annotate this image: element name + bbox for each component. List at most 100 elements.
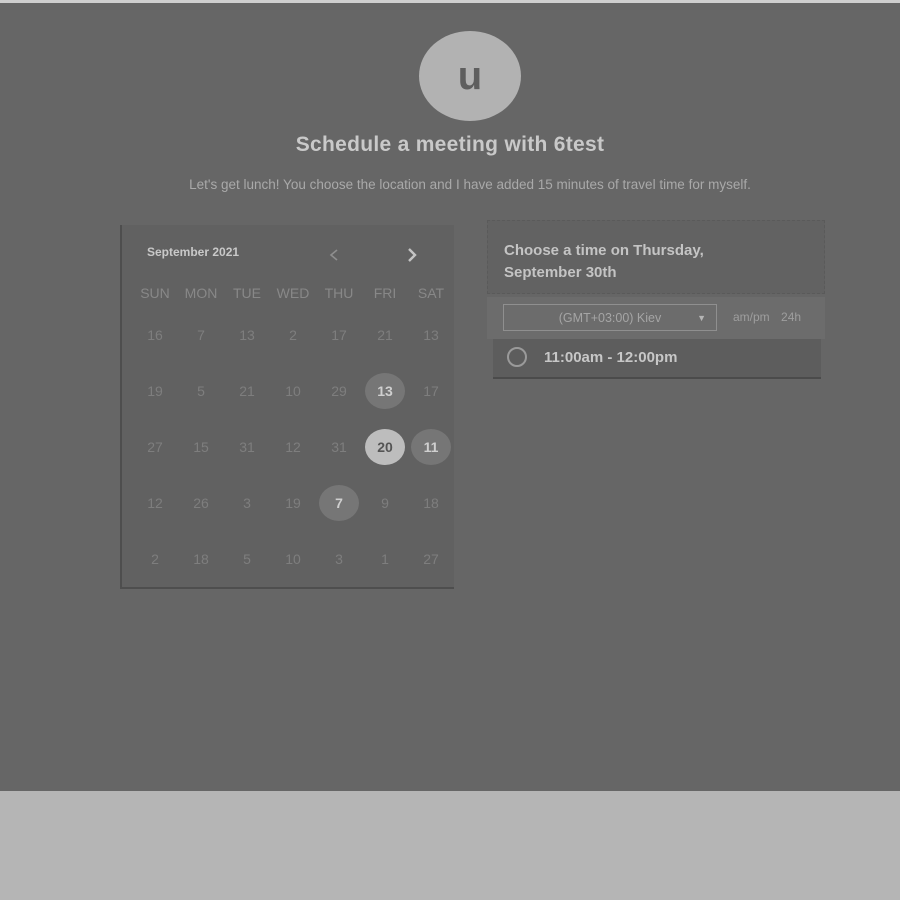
calendar-day-number: 1 [381,551,389,567]
calendar: September 2021 SUN MON TUE WED THU FRI S… [120,225,454,589]
calendar-day-number: 31 [331,439,347,455]
time-panel-header: Choose a time on Thursday, September 30t… [487,220,825,294]
calendar-day-number: 26 [193,495,209,511]
calendar-day: 15 [178,419,224,475]
time-panel-heading: Choose a time on Thursday, September 30t… [504,242,704,281]
page-description: Let's get lunch! You choose the location… [189,177,751,192]
calendar-day: 19 [132,363,178,419]
calendar-day[interactable]: 7 [316,475,362,531]
calendar-day: 17 [316,307,362,363]
calendar-day[interactable]: 13 [362,363,408,419]
calendar-day: 31 [316,419,362,475]
calendar-day: 31 [224,419,270,475]
weekday-label: SAT [417,285,445,301]
calendar-day: 7 [178,307,224,363]
calendar-day: 17 [408,363,454,419]
calendar-day: 19 [270,475,316,531]
weekday-label: MON [184,285,218,301]
calendar-day[interactable]: 20 [362,419,408,475]
calendar-day: 12 [270,419,316,475]
calendar-day: 29 [316,363,362,419]
calendar-day-number: 3 [335,551,343,567]
page-title: Schedule a meeting with 6test [295,133,605,156]
weekday-header: SUN MON TUE WED THU FRI SAT [132,285,454,305]
timezone-value: (GMT+03:00) Kiev [558,310,662,325]
calendar-day-number: 16 [147,327,163,343]
calendar-day-number: 3 [243,495,251,511]
time-format-toggle: am/pm 24h [733,310,809,324]
caret-down-icon: ▼ [697,313,706,323]
calendar-day: 27 [408,531,454,587]
chevron-left-icon [329,249,338,261]
calendar-day: 13 [224,307,270,363]
calendar-day-number: 17 [331,327,347,343]
calendar-day: 2 [132,531,178,587]
calendar-day-number: 29 [331,383,347,399]
calendar-day: 18 [178,531,224,587]
calendar-day: 3 [316,531,362,587]
calendar-month-label: September 2021 [147,245,240,259]
weekday-label: TUE [233,285,261,301]
calendar-day: 21 [362,307,408,363]
calendar-day-number: 21 [239,383,255,399]
format-ampm-option[interactable]: am/pm [733,310,770,324]
avatar-initial: u [457,53,483,98]
calendar-day: 10 [270,363,316,419]
weekday-label: WED [276,285,310,301]
calendar-day-number: 7 [197,327,205,343]
calendar-day-number: 19 [147,383,163,399]
calendar-day: 9 [362,475,408,531]
calendar-day-number: 5 [243,551,251,567]
calendar-day: 18 [408,475,454,531]
calendar-day-number: 9 [381,495,389,511]
calendar-day-number: 31 [239,439,255,455]
time-slot-radio[interactable] [507,347,527,367]
calendar-day-number: 2 [289,327,297,343]
calendar-day: 27 [132,419,178,475]
calendar-day-number: 10 [285,383,301,399]
calendar-day: 1 [362,531,408,587]
avatar: u [419,31,521,121]
calendar-day-number: 13 [365,373,405,409]
chevron-right-icon [408,248,417,262]
calendar-day-number: 10 [285,551,301,567]
calendar-day-number: 27 [423,551,439,567]
calendar-day-number: 13 [423,327,439,343]
calendar-day: 10 [270,531,316,587]
time-slot-label: 11:00am - 12:00pm [544,349,678,366]
calendar-day-number: 18 [423,495,439,511]
calendar-day[interactable]: 11 [408,419,454,475]
calendar-day-number: 15 [193,439,209,455]
calendar-day-number: 21 [377,327,393,343]
previous-month-button[interactable] [322,243,346,267]
calendar-day-number: 27 [147,439,163,455]
calendar-day-number: 13 [239,327,255,343]
calendar-day-number: 20 [365,429,405,465]
calendar-day: 3 [224,475,270,531]
calendar-day-number: 12 [147,495,163,511]
timezone-row: (GMT+03:00) Kiev ▼ am/pm 24h [487,297,825,339]
calendar-day: 12 [132,475,178,531]
calendar-day: 5 [178,363,224,419]
format-24h-option[interactable]: 24h [781,310,801,324]
calendar-day-number: 18 [193,551,209,567]
calendar-day: 13 [408,307,454,363]
calendar-day-number: 5 [197,383,205,399]
next-month-button[interactable] [400,243,424,267]
calendar-day: 26 [178,475,224,531]
calendar-day-number: 19 [285,495,301,511]
time-slot[interactable]: 11:00am - 12:00pm [493,339,821,379]
calendar-day-number: 7 [319,485,359,521]
timezone-select[interactable]: (GMT+03:00) Kiev ▼ [503,304,717,331]
calendar-day: 16 [132,307,178,363]
calendar-day-number: 17 [423,383,439,399]
calendar-day-number: 11 [411,429,451,465]
calendar-day-grid: 16 7 13 2 17 21 13 19 5 21 10 29 13 17 27 15 31 12 31 20 11 1… [132,307,454,587]
calendar-day: 5 [224,531,270,587]
calendar-day: 21 [224,363,270,419]
calendar-day: 2 [270,307,316,363]
weekday-label: SUN [140,285,170,301]
calendar-day-number: 2 [151,551,159,567]
weekday-label: FRI [373,285,397,301]
weekday-label: THU [324,285,354,301]
